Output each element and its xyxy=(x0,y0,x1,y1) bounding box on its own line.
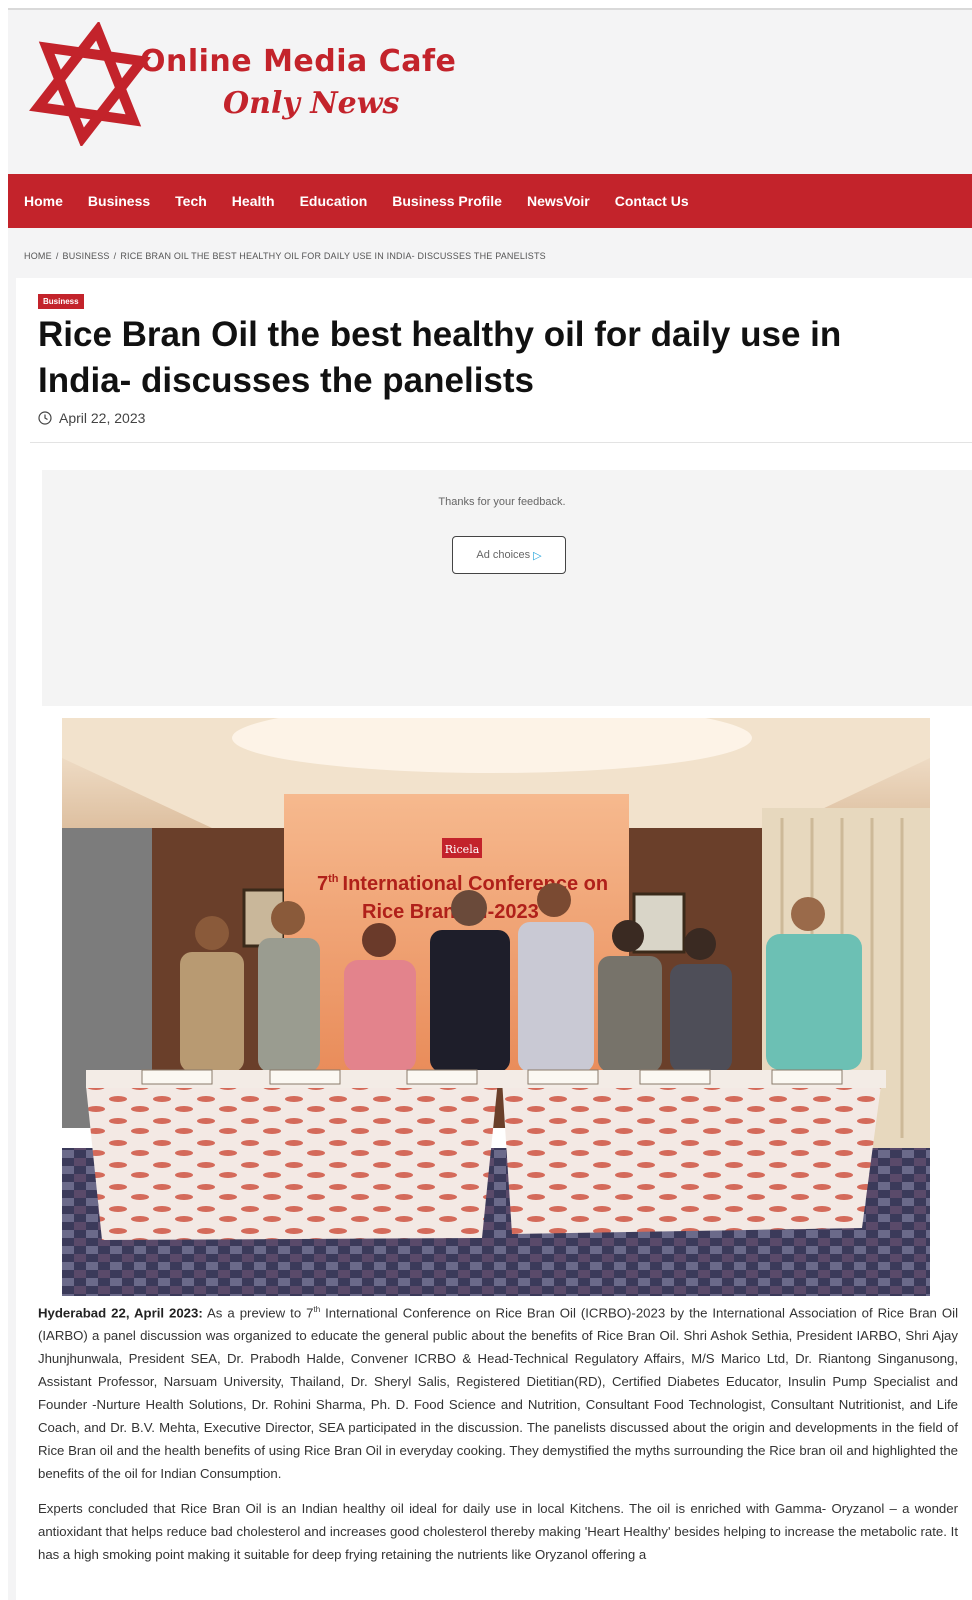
article-paragraph: Hyderabad 22, April 2023: As a preview t… xyxy=(38,1305,958,1482)
star-logo-icon[interactable] xyxy=(28,22,152,146)
article-body: Hyderabad 22, April 2023: As a preview t… xyxy=(38,1298,958,1578)
breadcrumb: HOME / BUSINESS / RICE BRAN OIL THE BEST HEA… xyxy=(24,251,546,261)
site-tagline: Only News xyxy=(223,86,400,121)
banner-subheading: Rice Bran Oil-2023 xyxy=(362,901,539,923)
article-date: April 22, 2023 xyxy=(38,410,145,426)
nav-item-home[interactable]: Home xyxy=(24,193,63,209)
clock-icon xyxy=(38,411,52,425)
breadcrumb-business[interactable]: BUSINESS xyxy=(63,251,110,261)
breadcrumb-separator: / xyxy=(55,251,59,261)
header-divider xyxy=(30,442,972,443)
article-title: Rice Bran Oil the best healthy oil for d… xyxy=(38,315,842,400)
ad-slot: Thanks for your feedback. Ad choices ▷ xyxy=(42,470,972,706)
ad-feedback-text: Thanks for your feedback. xyxy=(438,496,566,508)
article-dateline: Hyderabad 22, April 2023: xyxy=(38,1305,203,1321)
nav-item-business-profile[interactable]: Business Profile xyxy=(392,193,502,209)
nav-item-education[interactable]: Education xyxy=(300,193,368,209)
breadcrumb-home[interactable]: HOME xyxy=(24,251,52,261)
site-brand[interactable]: Online Media Cafe xyxy=(140,44,456,79)
article-card: Business Rice Bran Oil the best healthy … xyxy=(16,278,972,1600)
nav-item-health[interactable]: Health xyxy=(232,193,275,209)
page-frame: Online Media Cafe Only News Home Busines… xyxy=(8,8,972,1600)
banner-sponsor: Ricela xyxy=(445,843,480,856)
nav-item-business[interactable]: Business xyxy=(88,193,150,209)
breadcrumb-current: RICE BRAN OIL THE BEST HEALTHY OIL FOR D… xyxy=(120,251,546,261)
article-date-text: April 22, 2023 xyxy=(59,410,146,426)
main-nav: Home Business Tech Health Education Busi… xyxy=(8,174,972,228)
category-badge[interactable]: Business xyxy=(38,294,84,309)
event-photo: Ricela 7th International Conference on Ri… xyxy=(62,718,930,1296)
ad-choices-button[interactable]: Ad choices ▷ xyxy=(452,536,566,574)
article-paragraph: Experts concluded that Rice Bran Oil is … xyxy=(38,1501,958,1563)
site-header: Online Media Cafe Only News xyxy=(8,10,972,174)
nav-item-newsvoir[interactable]: NewsVoir xyxy=(527,193,590,209)
article-photo[interactable]: Ricela 7th International Conference on Ri… xyxy=(62,718,930,1296)
breadcrumb-separator: / xyxy=(113,251,117,261)
nav-item-contact-us[interactable]: Contact Us xyxy=(615,193,689,209)
nav-item-tech[interactable]: Tech xyxy=(175,193,207,209)
ad-choices-icon: ▷ xyxy=(533,549,542,562)
ad-choices-label: Ad choices xyxy=(476,549,531,561)
